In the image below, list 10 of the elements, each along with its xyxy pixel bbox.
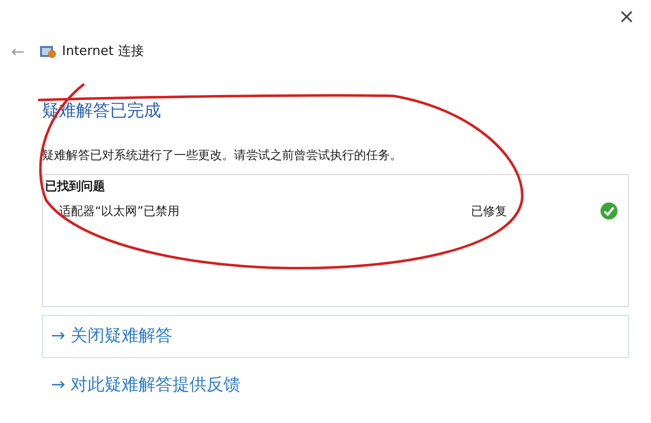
problems-title: 已找到问题 [45,178,106,194]
network-icon [40,45,56,59]
action-link[interactable]: → 关闭疑难解答 [42,315,629,358]
problem-status: 已修复 [471,203,507,220]
window-title: Internet 连接 [62,43,144,62]
description-text: 疑难解答已对系统进行了一些更改。请尝试之前曾尝试执行的任务。 [42,147,403,163]
back-button[interactable]: ← [8,40,28,64]
close-button[interactable]: × [614,4,639,28]
action-link[interactable]: → 对此疑难解答提供反馈 [42,364,629,407]
page-heading: 疑难解答已完成 [42,100,162,122]
